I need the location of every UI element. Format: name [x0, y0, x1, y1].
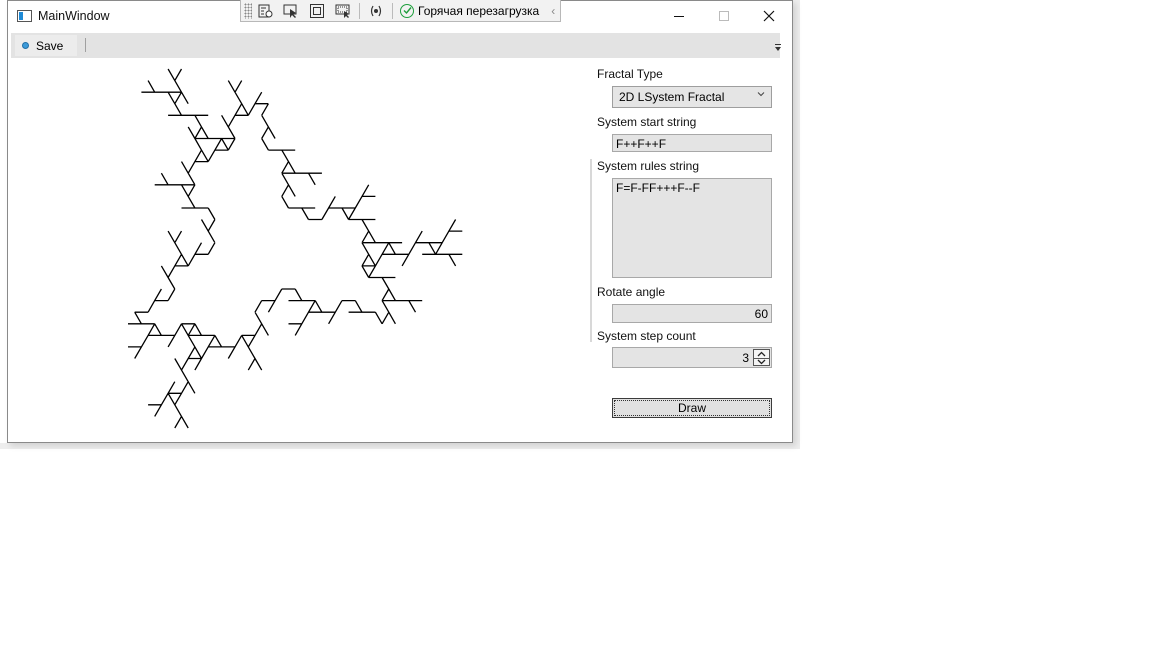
display-adorners-icon	[310, 3, 324, 18]
rotate-angle-input[interactable]: 60	[612, 304, 772, 323]
binding-failures-icon	[370, 5, 382, 16]
xaml-debug-toolbar: Горячая перезагрузка ‹	[240, 0, 561, 22]
maximize-button[interactable]	[701, 1, 747, 31]
chevron-up-icon	[757, 351, 766, 357]
stepper-up-button[interactable]	[754, 350, 769, 358]
visual-tree-icon	[258, 4, 273, 17]
track-focus-button[interactable]	[330, 1, 356, 21]
app-window-icon	[17, 10, 32, 22]
step-count-stepper[interactable]: 3	[612, 347, 772, 368]
toolbar-separator	[392, 2, 393, 19]
panel-splitter[interactable]	[590, 159, 592, 342]
toolbar-separator	[359, 2, 360, 19]
minimize-icon	[674, 15, 684, 17]
fractal-canvas	[128, 68, 463, 429]
chevron-down-icon	[757, 359, 766, 365]
hot-reload-label: Горячая перезагрузка	[418, 3, 540, 18]
maximize-icon	[719, 11, 729, 21]
stepper-down-button[interactable]	[754, 357, 769, 366]
close-button[interactable]	[746, 1, 792, 31]
close-icon	[763, 10, 775, 22]
fractal-drawing	[128, 68, 463, 429]
rules-string-input[interactable]: F=F-FF+++F--F	[612, 178, 772, 278]
toolbar: Save	[11, 33, 780, 58]
main-window: MainWindow Save Fractal Type 2D LSystem …	[7, 0, 793, 443]
rotate-angle-label: Rotate angle	[597, 285, 666, 299]
start-string-input[interactable]: F++F++F	[612, 134, 772, 152]
step-count-label: System step count	[597, 329, 696, 343]
binding-failures-button[interactable]	[363, 1, 389, 21]
fractal-type-value: 2D LSystem Fractal	[619, 90, 725, 104]
rules-string-label: System rules string	[597, 159, 700, 173]
minimize-button[interactable]	[656, 1, 702, 31]
chevron-down-icon	[757, 92, 765, 97]
dot-icon	[22, 42, 29, 49]
select-element-icon	[283, 4, 297, 18]
step-count-value: 3	[742, 351, 749, 365]
track-focus-icon	[335, 4, 350, 18]
check-circle-icon	[400, 3, 414, 18]
toolbar-overflow-button[interactable]	[774, 44, 782, 56]
window-title: MainWindow	[38, 9, 110, 23]
toolbar-separator	[85, 38, 86, 52]
hot-reload-status[interactable]: Горячая перезагрузка	[396, 3, 543, 18]
window-shadow	[0, 443, 800, 449]
fractal-type-select[interactable]: 2D LSystem Fractal	[612, 86, 772, 108]
chevron-left-icon[interactable]: ‹	[551, 4, 555, 18]
drag-grip[interactable]	[244, 2, 252, 19]
start-string-label: System start string	[597, 115, 697, 129]
display-adorners-button[interactable]	[304, 1, 330, 21]
select-element-button[interactable]	[278, 1, 304, 21]
window-shadow-right	[793, 0, 800, 449]
visual-tree-button[interactable]	[252, 1, 278, 21]
save-button[interactable]: Save	[15, 35, 77, 56]
fractal-type-label: Fractal Type	[597, 67, 663, 81]
draw-button[interactable]: Draw	[612, 398, 772, 418]
save-label: Save	[36, 38, 64, 53]
